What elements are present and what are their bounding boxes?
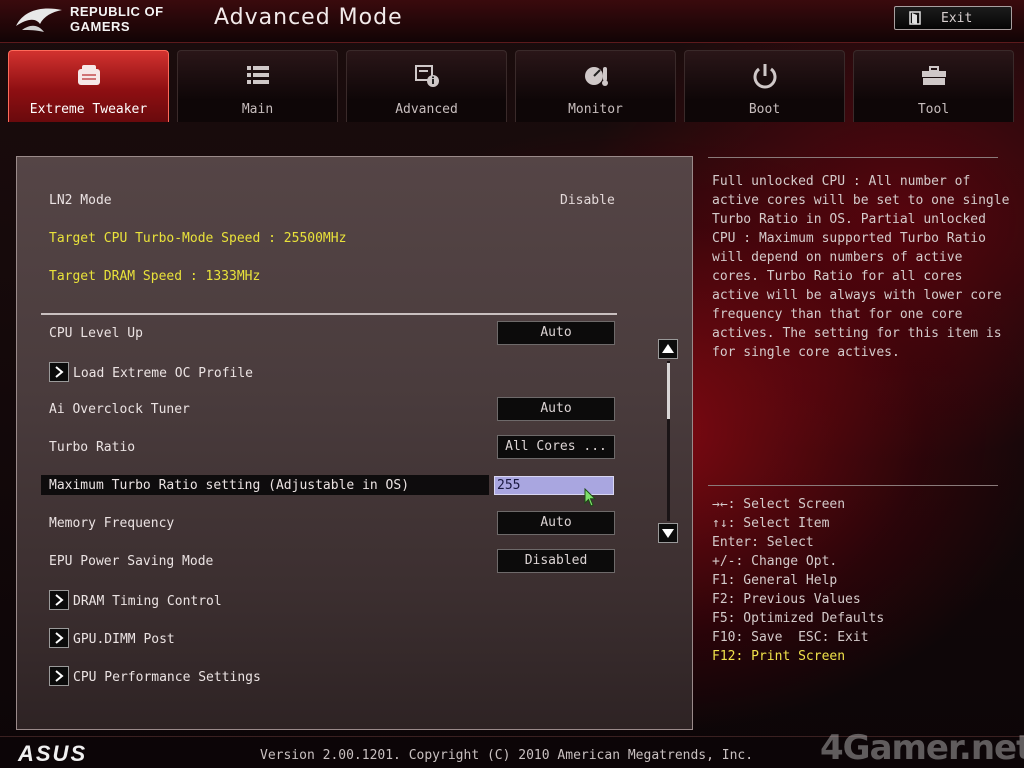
monitor-gauge-icon (584, 67, 608, 86)
key-f2: F2: Previous Values (712, 592, 861, 607)
asus-logo: ASUS (18, 741, 88, 766)
section-divider (41, 313, 617, 315)
header-bar: REPUBLIC OF GAMERS Advanced Mode Exit (0, 0, 1024, 43)
tab-monitor[interactable]: Monitor (515, 50, 676, 122)
triangle-down-icon (662, 529, 674, 538)
rog-eye-logo-icon (16, 8, 62, 32)
version-text: Version 2.00.1201. Copyright (C) 2010 Am… (260, 748, 754, 763)
help-description: Full unlocked CPU : All number of active… (712, 174, 1010, 360)
submenu-arrow-icon (49, 666, 69, 686)
tab-tool[interactable]: Tool (853, 50, 1014, 122)
tab-label: Extreme Tweaker (29, 102, 148, 117)
ai-overclock-tuner-label: Ai Overclock Tuner (49, 402, 190, 417)
power-icon (753, 64, 776, 89)
settings-panel: LN2 Mode Disable Target CPU Turbo-Mode S… (16, 156, 693, 730)
memory-frequency-label: Memory Frequency (49, 516, 175, 531)
key-enter: Enter: Select (712, 535, 814, 550)
watermark: 4Gamer.net (820, 728, 1024, 768)
cpu-performance-label: CPU Performance Settings (73, 669, 261, 685)
ln2-mode-label: LN2 Mode (49, 193, 112, 208)
dram-timing-control-item[interactable]: DRAM Timing Control (49, 590, 222, 611)
target-dram-speed: Target DRAM Speed : 1333MHz (49, 269, 261, 284)
tab-boot[interactable]: Boot (684, 50, 845, 122)
exit-door-icon (909, 11, 921, 25)
list-icon (246, 66, 269, 84)
submenu-arrow-icon (49, 590, 69, 610)
tab-label: Boot (748, 102, 781, 117)
exit-button[interactable]: Exit (894, 6, 1012, 30)
memory-frequency-select[interactable]: Auto (497, 511, 615, 535)
tab-main[interactable]: Main (177, 50, 338, 122)
page-title: Advanced Mode (214, 5, 403, 30)
tab-label: Main (241, 102, 274, 117)
key-legend: →←: Select Screen ↑↓: Select Item Enter:… (712, 495, 884, 666)
mouse-cursor-icon (584, 488, 597, 507)
key-change-opt: +/-: Change Opt. (712, 554, 838, 569)
tab-bar: Extreme Tweaker Main Advanced Monitor Bo… (8, 50, 1016, 122)
ln2-mode-row: LN2 Mode (49, 193, 112, 208)
scrollbar-thumb[interactable] (667, 363, 670, 419)
ai-overclock-tuner-select[interactable]: Auto (497, 397, 615, 421)
brand-line-2: GAMERS (70, 19, 131, 34)
cpu-performance-settings-item[interactable]: CPU Performance Settings (49, 666, 261, 687)
brand-line-1: REPUBLIC OF (70, 4, 164, 19)
submenu-arrow-icon (49, 362, 69, 382)
key-select-screen: →←: Select Screen (712, 497, 846, 512)
key-f5: F5: Optimized Defaults (712, 611, 885, 626)
scroll-up-button[interactable] (658, 339, 678, 359)
cpu-level-up-select[interactable]: Auto (497, 321, 615, 345)
submenu-arrow-icon (49, 628, 69, 648)
tab-label: Monitor (568, 102, 623, 117)
exit-label: Exit (941, 10, 973, 26)
help-divider-mid (708, 485, 998, 486)
triangle-up-icon (662, 344, 674, 353)
tab-label: Tool (917, 102, 950, 117)
tweaker-icon (77, 65, 100, 85)
toolbox-icon (921, 66, 946, 85)
turbo-ratio-label: Turbo Ratio (49, 440, 136, 455)
max-turbo-ratio-label: Maximum Turbo Ratio setting (Adjustable … (49, 478, 410, 493)
scroll-down-button[interactable] (658, 523, 678, 543)
key-f1: F1: General Help (712, 573, 838, 588)
rog-brand-text: REPUBLIC OF GAMERS (70, 4, 164, 34)
key-select-item: ↑↓: Select Item (712, 516, 830, 531)
dram-timing-label: DRAM Timing Control (73, 593, 222, 609)
tab-advanced[interactable]: Advanced (346, 50, 507, 122)
key-f10: F10: Save ESC: Exit (712, 630, 869, 645)
help-divider-top (708, 157, 998, 158)
advanced-icon (414, 65, 439, 87)
epu-power-saving-select[interactable]: Disabled (497, 549, 615, 573)
key-f12: F12: Print Screen (712, 649, 846, 664)
epu-power-saving-label: EPU Power Saving Mode (49, 554, 214, 569)
gpu-dimm-post-item[interactable]: GPU.DIMM Post (49, 628, 175, 649)
gpu-dimm-post-label: GPU.DIMM Post (73, 631, 175, 647)
ln2-mode-value: Disable (560, 193, 615, 208)
load-extreme-oc-profile-item[interactable]: Load Extreme OC Profile (49, 362, 254, 383)
tab-label: Advanced (395, 102, 458, 117)
tab-extreme-tweaker[interactable]: Extreme Tweaker (8, 50, 169, 122)
turbo-ratio-select[interactable]: All Cores ... (497, 435, 615, 459)
cpu-level-up-label: CPU Level Up (49, 326, 143, 341)
target-cpu-speed: Target CPU Turbo-Mode Speed : 25500MHz (49, 231, 347, 246)
load-extreme-oc-label: Load Extreme OC Profile (73, 365, 254, 381)
